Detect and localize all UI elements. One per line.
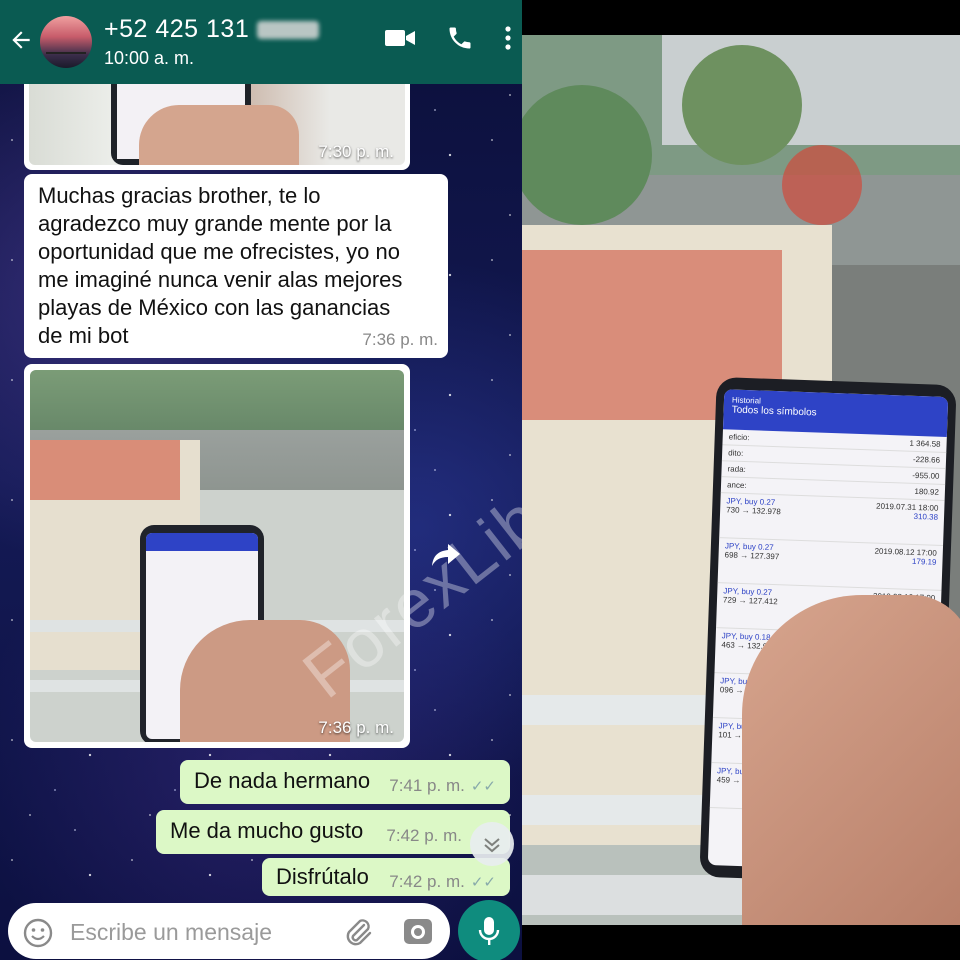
- trade-result: 2019.08.12 17:00 179.19: [873, 547, 937, 587]
- chat-header: +52 425 131 10:00 a. m.: [0, 0, 522, 84]
- summary-value: 180.92: [914, 486, 940, 497]
- trade-row: JPY, buy 0.27 698 → 127.397 2019.08.12 17:…: [717, 538, 944, 591]
- redaction-blur: [257, 20, 320, 39]
- trade-range: 730 → 132.978: [726, 505, 782, 517]
- back-arrow-icon[interactable]: [8, 27, 36, 58]
- attach-icon[interactable]: [342, 915, 372, 952]
- account-summary: eficio: 1 364.58 dito: -228.66 rada: -955.00 a…: [720, 429, 947, 501]
- message-time: 7:42 p. m.: [386, 826, 462, 845]
- message-time: 7:36 p. m.: [362, 330, 438, 349]
- trade-info: JPY, buy 0.27 730 → 132.978: [725, 496, 781, 536]
- summary-value: -955.00: [912, 470, 940, 481]
- trade-info: JPY, buy 0.27 698 → 127.397: [724, 541, 780, 581]
- text-message[interactable]: Muchas gracias brother, te lo agradezco …: [24, 174, 448, 358]
- summary-value: -228.66: [912, 454, 941, 465]
- phone-call-icon[interactable]: [446, 24, 474, 57]
- forward-icon[interactable]: [430, 540, 462, 572]
- trade-result: 2019.07.31 18:00 310.38: [875, 502, 939, 542]
- image-message[interactable]: 7:36 p. m.: [24, 364, 410, 748]
- trade-row: JPY, buy 0.27 730 → 132.978 2019.07.31 18:…: [719, 493, 945, 546]
- image-message[interactable]: 7:30 p. m.: [24, 70, 410, 170]
- trade-profit: 310.38: [913, 511, 939, 522]
- summary-label: eficio:: [728, 432, 750, 443]
- mic-icon: [477, 915, 501, 952]
- outgoing-message[interactable]: De nada hermano 7:41 p. m. ✓✓: [180, 760, 510, 804]
- emoji-icon[interactable]: [22, 917, 54, 954]
- chat-panel: +52 425 131 10:00 a. m. 7:30 p. m. Mucha…: [0, 0, 522, 960]
- mic-button[interactable]: [458, 900, 520, 960]
- chat-photo[interactable]: [30, 370, 404, 742]
- message-text: De nada hermano: [194, 768, 371, 793]
- contact-info[interactable]: +52 425 131 10:00 a. m.: [104, 15, 320, 69]
- message-time: 7:30 p. m.: [318, 142, 394, 161]
- summary-value: 1 364.58: [909, 438, 941, 449]
- message-text: Disfrútalo: [276, 864, 369, 889]
- message-text: Muchas gracias brother, te lo agradezco …: [38, 183, 403, 348]
- more-options-icon[interactable]: [504, 25, 512, 56]
- trade-range: 698 → 127.397: [724, 550, 780, 562]
- message-time: 7:41 p. m. ✓✓: [389, 776, 496, 795]
- contact-name: +52 425 131: [104, 15, 320, 44]
- message-text: Me da mucho gusto: [170, 818, 364, 843]
- trade-info: JPY, buy 0.27 729 → 127.412: [722, 586, 778, 626]
- outgoing-message[interactable]: Me da mucho gusto 7:42 p. m.: [156, 810, 510, 854]
- summary-label: dito:: [727, 448, 744, 458]
- avatar[interactable]: [40, 16, 92, 68]
- scroll-down-button[interactable]: [470, 822, 514, 866]
- trade-profit: 179.19: [911, 556, 937, 567]
- hand-in-photo: [742, 595, 960, 925]
- trade-range: 729 → 127.412: [722, 595, 778, 607]
- camera-icon[interactable]: [402, 916, 434, 951]
- message-time: 7:36 p. m.: [318, 718, 394, 737]
- message-input-placeholder: Escribe un mensaje: [70, 919, 272, 945]
- video-call-icon[interactable]: [384, 26, 416, 55]
- message-input[interactable]: Escribe un mensaje: [8, 903, 450, 959]
- summary-label: ance:: [726, 480, 747, 491]
- summary-label: rada:: [727, 464, 746, 475]
- last-seen: 10:00 a. m.: [104, 48, 195, 68]
- enlarged-photo: Historial Todos los símbolos eficio: 1 36…: [522, 35, 960, 925]
- message-time: 7:42 p. m. ✓✓: [389, 872, 496, 891]
